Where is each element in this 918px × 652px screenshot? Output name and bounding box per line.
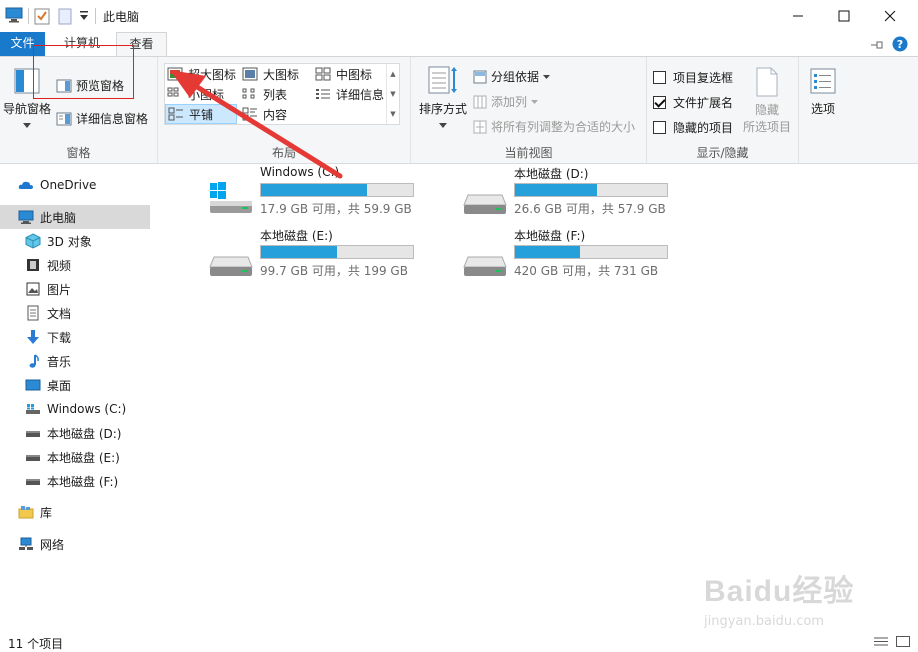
annotation-arrow	[170, 70, 343, 179]
